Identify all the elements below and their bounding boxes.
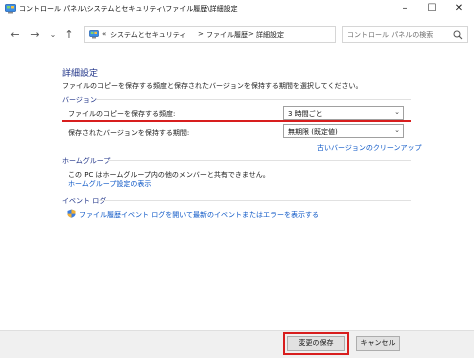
search-icon[interactable] [453,30,463,40]
breadcrumb-advanced-settings[interactable]: 詳細設定 [256,30,284,40]
address-overflow[interactable]: « [102,30,106,38]
homegroup-settings-link[interactable]: ホームグループ設定の表示 [68,179,151,189]
shield-icon [67,209,76,218]
section-title-versions: バージョン [62,96,97,104]
up-button[interactable]: ↑ [62,28,76,42]
search-input[interactable] [347,29,447,40]
page-title: 詳細設定 [62,69,99,79]
section-divider [100,200,411,201]
section-divider [96,99,411,100]
minimize-button[interactable]: – [392,0,418,18]
window-title: コントロール パネル\システムとセキュリティ\ファイル履歴\詳細設定 [19,5,238,13]
highlight-underline [62,120,411,122]
breadcrumb-system-security[interactable]: システムとセキュリティ [110,30,186,40]
save-changes-button[interactable]: 変更の保存 [287,336,345,351]
forward-button[interactable]: → [28,28,42,42]
section-title-event-log: イベント ログ [62,197,107,205]
frequency-select[interactable]: 3 時間ごと ⌄ [283,106,404,120]
cancel-button[interactable]: キャンセル [356,336,400,351]
search-box[interactable] [342,26,468,43]
section-divider [108,160,411,161]
event-log-link[interactable]: ファイル履歴イベント ログを開いて最新のイベントまたはエラーを表示する [79,210,319,220]
address-bar[interactable]: « システムとセキュリティ > ファイル履歴 > 詳細設定 ⌄ ↻ [84,26,419,43]
recent-locations-button[interactable]: ⌄ [46,28,60,42]
frequency-label: ファイルのコピーを保存する頻度: [68,110,176,118]
close-button[interactable]: ✕ [446,0,472,18]
chevron-down-icon: ⌄ [394,126,400,134]
retention-value: 無期限 (既定値) [288,128,338,136]
maximize-button[interactable]: ☐ [419,0,445,18]
cleanup-versions-link[interactable]: 古いバージョンのクリーンアップ [317,143,422,153]
retention-label: 保存されたバージョンを保持する期間: [68,129,190,137]
breadcrumb-file-history[interactable]: ファイル履歴 [206,30,248,40]
breadcrumb-separator[interactable]: > [198,30,204,38]
control-panel-icon [89,30,99,39]
retention-select[interactable]: 無期限 (既定値) ⌄ [283,124,404,138]
page-description: ファイルのコピーを保存する頻度と保存されたバージョンを保持する期間を選択してくだ… [62,82,363,90]
breadcrumb-separator[interactable]: > [248,30,254,38]
section-title-homegroup: ホームグループ [62,157,111,165]
back-button[interactable]: ← [8,28,22,42]
frequency-value: 3 時間ごと [288,110,323,118]
control-panel-icon [5,4,16,14]
footer-bar [0,330,474,358]
chevron-down-icon: ⌄ [394,108,400,116]
